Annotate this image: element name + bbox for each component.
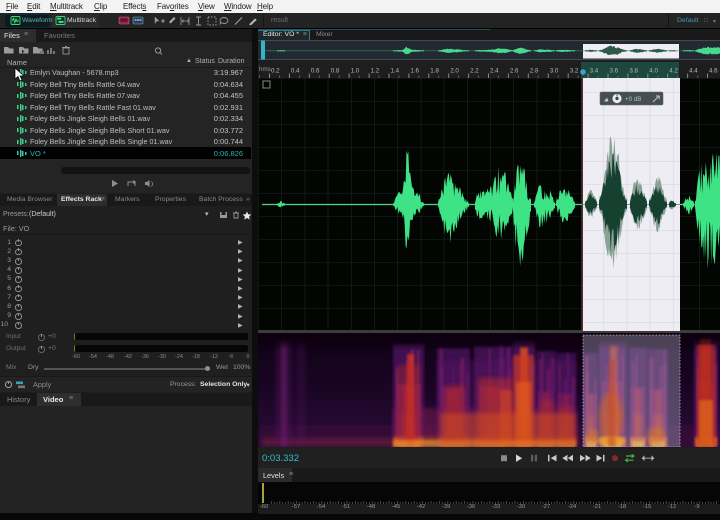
svg-text:2.2: 2.2 bbox=[470, 68, 479, 75]
svg-text:0.4: 0.4 bbox=[291, 68, 300, 75]
svg-text:0.6: 0.6 bbox=[311, 68, 320, 75]
svg-text:4.2: 4.2 bbox=[669, 68, 678, 75]
svg-text:+0 dB: +0 dB bbox=[625, 96, 641, 103]
svg-text:0.2: 0.2 bbox=[271, 68, 280, 75]
svg-text:2.6: 2.6 bbox=[510, 68, 519, 75]
svg-text:2.4: 2.4 bbox=[490, 68, 499, 75]
svg-text:4.4: 4.4 bbox=[689, 68, 698, 75]
svg-text:4.6: 4.6 bbox=[709, 68, 718, 75]
svg-text:1.6: 1.6 bbox=[410, 68, 419, 75]
svg-text:3.4: 3.4 bbox=[590, 68, 599, 75]
svg-text:3.8: 3.8 bbox=[629, 68, 638, 75]
svg-text:1.4: 1.4 bbox=[391, 68, 400, 75]
svg-text:1.0: 1.0 bbox=[351, 68, 360, 75]
svg-text:2.8: 2.8 bbox=[530, 68, 539, 75]
svg-text:0.8: 0.8 bbox=[331, 68, 340, 75]
svg-text:3.2: 3.2 bbox=[570, 68, 579, 75]
svg-text:2.0: 2.0 bbox=[450, 68, 459, 75]
svg-text:3.0: 3.0 bbox=[550, 68, 559, 75]
svg-text:1.2: 1.2 bbox=[371, 68, 380, 75]
svg-text:1.8: 1.8 bbox=[430, 68, 439, 75]
svg-text:4.0: 4.0 bbox=[649, 68, 658, 75]
svg-text:3.6: 3.6 bbox=[610, 68, 619, 75]
